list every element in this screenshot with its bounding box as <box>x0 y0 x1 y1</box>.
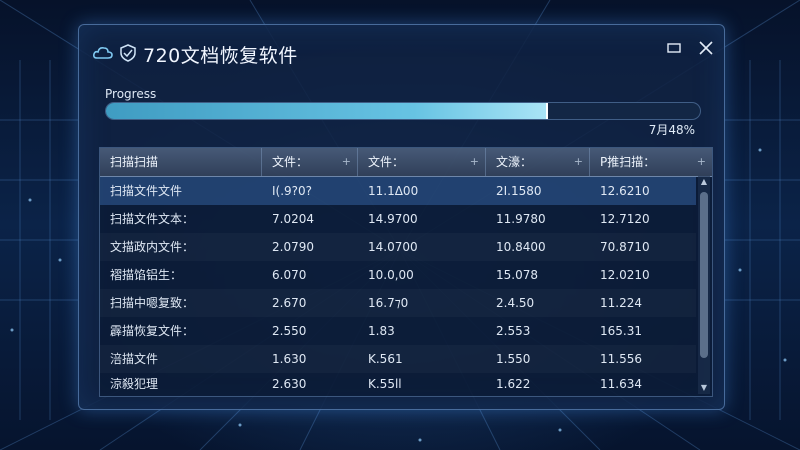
table-cell: 12.6210 <box>600 184 650 198</box>
table-cell: 2.4.50 <box>496 296 535 310</box>
table-cell: 1.622 <box>496 377 531 391</box>
table-cell: I(.9?0? <box>272 184 313 198</box>
column-header[interactable]: P推扫描： + <box>590 148 712 176</box>
progress-fill <box>106 103 548 119</box>
shield-icon <box>120 44 136 62</box>
scroll-up-icon[interactable]: ▲ <box>698 176 710 188</box>
sort-icon[interactable]: + <box>470 148 479 176</box>
table-cell: 涪描文件 <box>110 352 159 366</box>
close-icon[interactable] <box>695 37 717 59</box>
results-table: 扫描扫描 文件： + 文件： + 文濠： + P推扫描： + 扫描文件文件 I(.9?0… <box>99 147 713 397</box>
column-header[interactable]: 文濠： + <box>486 148 590 176</box>
table-cell: 文描政内文件： <box>110 240 195 254</box>
table-cell: 12.7120 <box>600 212 650 226</box>
table-row[interactable]: 褶描馅铝生： 6.070 10.0,00 15.078 12.0210 <box>100 261 696 289</box>
table-cell: 扫描文件文本： <box>110 212 195 226</box>
minimize-icon[interactable] <box>663 37 685 59</box>
table-cell: 扫描文件文件 <box>110 184 183 198</box>
progress-label: Progress <box>105 87 157 101</box>
table-cell: 12.0210 <box>600 268 650 282</box>
title-bar: 720文档恢复软件 <box>79 25 724 77</box>
table-row[interactable]: 文描政内文件： 2.0790 14.0700 10.8400 70.8710 <box>100 233 696 261</box>
sort-icon[interactable]: + <box>574 148 583 176</box>
app-window: 720文档恢复软件 Progress 7月48% 扫描扫描 文件： + 文件： + … <box>78 24 725 410</box>
table-cell: 1.550 <box>496 352 531 366</box>
column-header[interactable]: 扫描扫描 <box>100 148 262 176</box>
table-row[interactable]: 霹描恢复文件： 2.550 1.83 2.553 165.31 <box>100 317 696 345</box>
progress-bar <box>105 102 701 120</box>
table-cell: 11.556 <box>600 352 642 366</box>
table-cell: 11.9780 <box>496 212 546 226</box>
sort-icon[interactable]: + <box>697 148 706 176</box>
table-cell: 褶描馅铝生： <box>110 268 183 282</box>
table-cell: 2.550 <box>272 324 307 338</box>
progress-percent: 7月48% <box>648 123 695 137</box>
sort-icon[interactable]: + <box>342 148 351 176</box>
table-row[interactable]: 扫描文件文件 I(.9?0? 11.1Δ00 2I.1580 12.6210 <box>100 177 696 205</box>
cloud-logo-icon <box>93 47 113 59</box>
table-cell: 1.630 <box>272 352 307 366</box>
table-cell: 7.0204 <box>272 212 314 226</box>
table-cell: 2.670 <box>272 296 307 310</box>
table-cell: 11.224 <box>600 296 642 310</box>
table-row[interactable]: 扫描文件文本： 7.0204 14.9700 11.9780 12.7120 <box>100 205 696 233</box>
table-cell: 10.0,00 <box>368 268 414 282</box>
table-row[interactable]: 涪描文件 1.630 K.561 1.550 11.556 <box>100 345 696 373</box>
table-cell: 16.7⁊0 <box>368 296 409 310</box>
table-cell: 15.078 <box>496 268 538 282</box>
table-cell: 14.9700 <box>368 212 418 226</box>
scroll-down-icon[interactable]: ▼ <box>698 382 710 394</box>
table-cell: 2.630 <box>272 377 307 391</box>
table-cell: 165.31 <box>600 324 642 338</box>
table-cell: 70.8710 <box>600 240 650 254</box>
table-cell: 涼殺犯理 <box>110 377 159 391</box>
scroll-thumb[interactable] <box>700 192 708 358</box>
app-title: 720文档恢复软件 <box>143 45 298 67</box>
table-cell: 2I.1580 <box>496 184 542 198</box>
table-cell: 6.070 <box>272 268 307 282</box>
table-cell: 扫描中嗯复致： <box>110 296 195 310</box>
vertical-scrollbar[interactable]: ▲ ▼ <box>698 176 710 394</box>
table-cell: 11.634 <box>600 377 642 391</box>
table-cell: 11.1Δ00 <box>368 184 419 198</box>
table-cell: 1.83 <box>368 324 395 338</box>
table-cell: 2.553 <box>496 324 531 338</box>
table-cell: K.55ll <box>368 377 402 391</box>
column-header[interactable]: 文件： + <box>358 148 486 176</box>
table-row[interactable]: 扫描中嗯复致： 2.670 16.7⁊0 2.4.50 11.224 <box>100 289 696 317</box>
table-cell: 10.8400 <box>496 240 546 254</box>
column-header[interactable]: 文件： + <box>262 148 358 176</box>
table-cell: 2.0790 <box>272 240 314 254</box>
table-cell: 14.0700 <box>368 240 418 254</box>
table-cell: K.561 <box>368 352 403 366</box>
table-row[interactable]: 涼殺犯理 2.630 K.55ll 1.622 11.634 <box>100 370 696 398</box>
table-header: 扫描扫描 文件： + 文件： + 文濠： + P推扫描： + <box>100 148 712 177</box>
table-cell: 霹描恢复文件： <box>110 324 195 338</box>
